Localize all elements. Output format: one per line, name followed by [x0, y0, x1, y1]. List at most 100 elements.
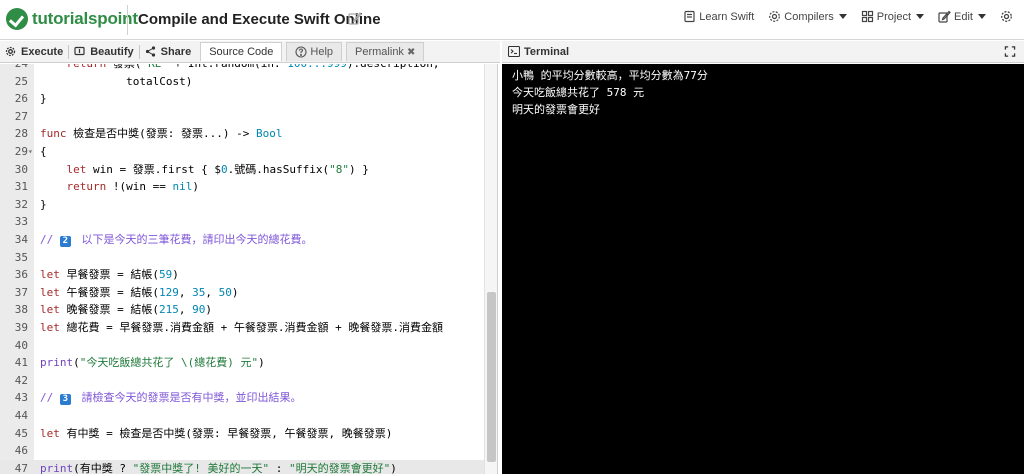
nav-project[interactable]: Project [861, 10, 925, 23]
code-line[interactable]: 27 [0, 108, 484, 126]
beautify-label: Beautify [90, 45, 134, 58]
code-line[interactable]: 25 totalCost) [0, 73, 484, 91]
code-line[interactable]: 47 print(有中獎 ? "發票中獎了! 美好的一天" : "明天的發票會更好… [0, 459, 484, 474]
terminal-output[interactable]: 小鴨 的平均分數較高，平均分數為77分 今天吃飯總共花了 578 元 明天的發票… [502, 64, 1024, 474]
code-line[interactable]: 43 // 3 請檢查今天的發票是否有中獎，並印出結果。 [0, 389, 484, 407]
terminal-icon [508, 46, 520, 57]
code-line[interactable]: 40 [0, 337, 484, 355]
gear-icon [5, 46, 16, 57]
code-line[interactable]: 26} [0, 90, 484, 108]
terminal-label: Terminal [524, 45, 570, 58]
tab-source-code-label: Source Code [209, 46, 274, 58]
code-text: let 早餐發票 = 結帳(59) [40, 268, 179, 282]
terminal-line: 今天吃飯總共花了 578 元 [512, 86, 645, 99]
line-number: 42 [14, 373, 28, 387]
close-icon[interactable]: ✖ [407, 47, 415, 58]
code-line[interactable]: 42 [0, 372, 484, 390]
terminal-header: Terminal [502, 41, 1024, 63]
line-number: 41 [14, 356, 28, 370]
beautify-icon [74, 46, 85, 56]
tab-help-label: Help [310, 46, 334, 58]
chevron-down-icon [916, 14, 925, 19]
code-line[interactable]: 29 ▾ { [0, 143, 484, 161]
line-number: 33 [14, 215, 28, 229]
editor-toolbar: Execute Beautify Share Source Code Help … [0, 41, 500, 63]
fold-toggle-icon[interactable]: ▾ [28, 143, 33, 161]
settings-button[interactable] [1000, 10, 1016, 23]
line-number: 34 [14, 233, 28, 246]
line-number: 35 [14, 250, 28, 264]
code-editor[interactable]: 24 return 發票("RE" + Int.random(in: 100..… [0, 64, 498, 474]
code-text: // 2 以下是今天的三筆花費，請印出今天的總花費。 [40, 233, 313, 247]
line-number: 29 [14, 145, 28, 158]
tutorialspoint-logo[interactable]: tutorialspoint [6, 7, 138, 31]
code-line[interactable]: 30 let win = 發票.first { $0.號碼.hasSuffix(… [0, 161, 484, 179]
nav-compilers[interactable]: Compilers [768, 10, 847, 23]
code-text: let 晚餐發票 = 結帳(215, 90) [40, 303, 212, 317]
chevron-down-icon [978, 14, 986, 19]
code-line[interactable]: 38 let 晚餐發票 = 結帳(215, 90) [0, 301, 484, 319]
code-line[interactable]: 28 func 檢查是否中獎(發票: 發票...) -> Bool [0, 125, 484, 143]
share-label: Share [160, 45, 192, 58]
code-text: func 檢查是否中獎(發票: 發票...) -> Bool [40, 127, 283, 141]
line-number: 26 [14, 92, 28, 106]
code-line[interactable]: 45 let 有中獎 = 檢查是否中獎(發票: 早餐發票, 午餐發票, 晚餐發票) [0, 425, 484, 443]
code-line[interactable]: 37 let 午餐發票 = 結帳(129, 35, 50) [0, 284, 484, 302]
code-line[interactable]: 41 print("今天吃飯總共花了 \(總花費) 元") [0, 354, 484, 372]
line-number: 28 [14, 127, 28, 141]
code-text: { [40, 145, 47, 158]
fullscreen-icon[interactable] [1004, 46, 1016, 57]
editor-scrollbar-thumb[interactable] [487, 292, 496, 462]
code-line[interactable]: 35 [0, 249, 484, 267]
code-line[interactable]: 36 let 早餐發票 = 結帳(59) [0, 266, 484, 284]
tab-source-code[interactable]: Source Code [200, 42, 283, 61]
code-text: } [40, 197, 47, 211]
line-number: 40 [14, 338, 28, 352]
page-title: Compile and Execute Swift Online [138, 11, 381, 28]
line-number: 44 [14, 409, 28, 422]
tab-permalink-label: Permalink [355, 46, 404, 58]
code-line[interactable]: 32} [0, 196, 484, 214]
nav-learn-label: Learn Swift [699, 10, 755, 23]
tab-help[interactable]: Help [286, 42, 343, 61]
line-number: 25 [14, 74, 28, 88]
gear-icon [1001, 11, 1012, 22]
share-icon [145, 46, 155, 57]
terminal-line: 小鴨 的平均分數較高，平均分數為77分 [512, 69, 708, 82]
code-line[interactable]: 44 [0, 407, 484, 425]
code-line[interactable]: 46 [0, 442, 484, 460]
line-number: 37 [14, 285, 28, 299]
nav-project-label: Project [876, 10, 912, 23]
code-line[interactable]: 33 [0, 213, 484, 231]
line-number: 47 [14, 461, 28, 474]
beautify-button[interactable]: Beautify [69, 41, 138, 63]
grid-icon [861, 10, 873, 23]
share-button[interactable]: Share [140, 41, 197, 63]
execute-label: Execute [21, 45, 64, 58]
nav-learn-swift[interactable]: Learn Swift [683, 10, 754, 23]
help-icon [295, 46, 307, 58]
code-text: print("今天吃飯總共花了 \(總花費) 元") [40, 356, 265, 370]
nav-edit-label: Edit [954, 10, 973, 23]
line-number: 38 [14, 303, 28, 317]
chevron-down-icon [838, 14, 847, 19]
code-line[interactable]: 39 let 總花費 = 早餐發票.消費金額 + 午餐發票.消費金額 + 晚餐發票… [0, 319, 484, 337]
line-number: 46 [14, 444, 28, 458]
number-badge-icon: 2 [59, 236, 71, 247]
gear-icon [769, 11, 781, 22]
code-line[interactable]: 34 // 2 以下是今天的三筆花費，請印出今天的總花費。 [0, 231, 484, 249]
terminal-line: 明天的發票會更好 [512, 103, 600, 116]
code-line[interactable]: 24 return 發票("RE" + Int.random(in: 100..… [0, 64, 484, 73]
edit-title-icon[interactable] [348, 11, 362, 25]
tab-permalink[interactable]: Permalink ✖ [346, 42, 425, 61]
terminal-tab[interactable]: Terminal [508, 46, 569, 58]
nav-edit[interactable]: Edit [938, 10, 986, 23]
execute-button[interactable]: Execute [0, 41, 68, 63]
code-line[interactable]: 31 return !(win == nil) [0, 178, 484, 196]
code-text: let 有中獎 = 檢查是否中獎(發票: 早餐發票, 午餐發票, 晚餐發票) [40, 426, 393, 440]
code-text: // 3 請檢查今天的發票是否有中獎，並印出結果。 [40, 391, 302, 406]
edit-icon [938, 10, 951, 23]
code-text: totalCost) [40, 74, 193, 88]
code-text: let 午餐發票 = 結帳(129, 35, 50) [40, 285, 239, 299]
code-text: } [40, 92, 47, 106]
